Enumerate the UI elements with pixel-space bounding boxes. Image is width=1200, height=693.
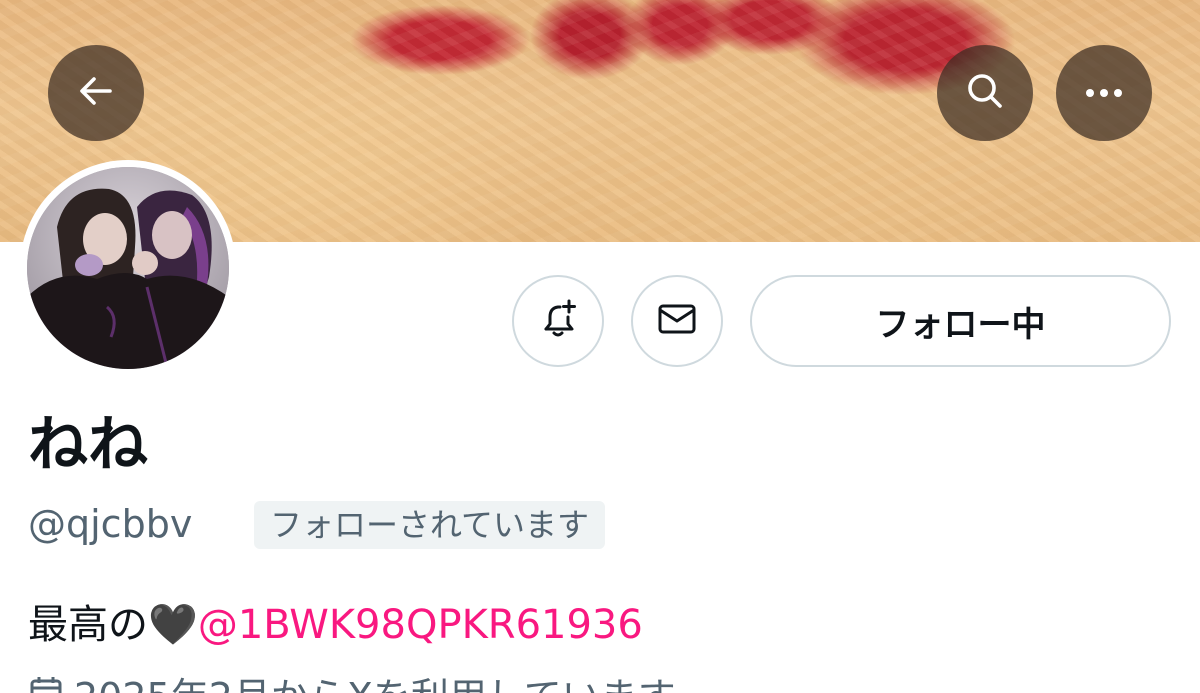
more-horizontal-icon bbox=[1082, 84, 1126, 103]
following-button[interactable]: フォロー中 bbox=[750, 275, 1171, 367]
profile-page: フォロー中 ねね @qjcbbv フォローされています 最高の🖤@1BWK98Q… bbox=[0, 0, 1200, 693]
search-icon bbox=[963, 69, 1007, 117]
joined-date: 2025年2月からXを利用しています bbox=[28, 672, 676, 693]
arrow-left-icon bbox=[76, 71, 116, 115]
display-name: ねね bbox=[28, 410, 148, 480]
message-button[interactable] bbox=[631, 275, 723, 367]
joined-text: 2025年2月からXを利用しています bbox=[74, 672, 676, 693]
envelope-icon bbox=[655, 297, 699, 345]
more-options-button[interactable] bbox=[1056, 45, 1152, 141]
search-button[interactable] bbox=[937, 45, 1033, 141]
black-heart-icon: 🖤 bbox=[148, 602, 198, 648]
username-handle: @qjcbbv bbox=[28, 502, 193, 546]
avatar[interactable] bbox=[27, 167, 229, 369]
bio: 最高の🖤@1BWK98QPKR61936 bbox=[28, 598, 643, 652]
back-button[interactable] bbox=[48, 45, 144, 141]
bio-mention-link[interactable]: @1BWK98QPKR61936 bbox=[198, 602, 643, 648]
bell-plus-icon bbox=[536, 297, 580, 345]
follows-you-badge: フォローされています bbox=[254, 501, 606, 549]
calendar-icon bbox=[28, 672, 64, 693]
bio-text: 最高の bbox=[28, 602, 148, 648]
notifications-button[interactable] bbox=[512, 275, 604, 367]
